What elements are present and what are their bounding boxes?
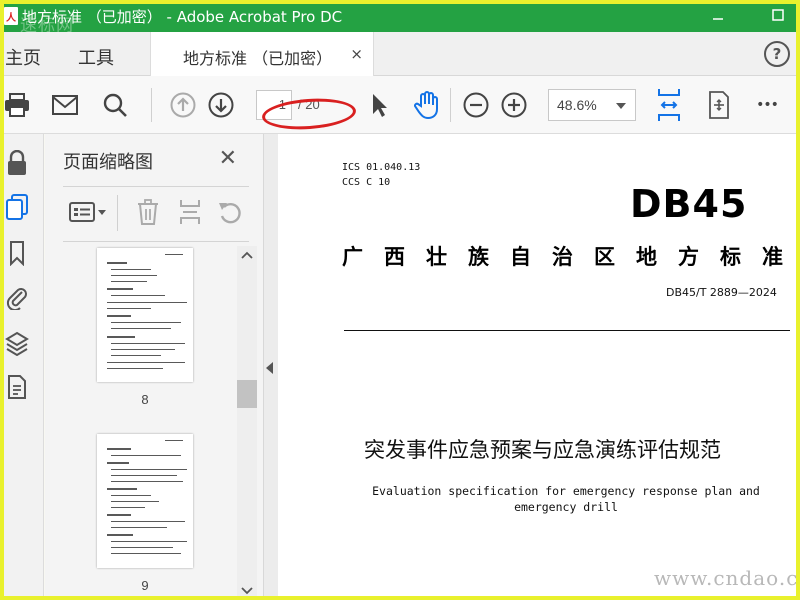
standard-name: 广西壮族自治区地方标准	[342, 245, 800, 269]
minimize-icon	[713, 18, 723, 20]
trash-icon[interactable]	[131, 197, 165, 227]
toolbar-divider	[151, 88, 152, 122]
thumbnail-label: 8	[141, 392, 149, 407]
ics-code: ICS 01.040.13	[342, 162, 421, 173]
document-tab-label: 地方标准 （已加密）	[183, 49, 333, 68]
print-icon[interactable]	[2, 90, 32, 120]
left-icon-rail	[0, 134, 44, 600]
chevron-down-icon[interactable]	[237, 584, 257, 598]
tab-tools[interactable]: 工具	[78, 44, 114, 70]
title-bar: 人 速标网 地方标准 （已加密） - Adobe Acrobat Pro DC	[0, 0, 800, 36]
cndao-watermark: www.cndao.com	[654, 566, 800, 590]
panel-title: 页面缩略图	[63, 152, 153, 173]
db-code: DB45	[630, 182, 748, 226]
toolbar: •••	[0, 76, 800, 134]
panel-divider	[117, 195, 118, 231]
thumbnail-panel: 页面缩略图 ✕ 8 9	[45, 134, 264, 600]
fit-width-icon[interactable]	[654, 87, 684, 123]
select-cursor-icon[interactable]	[364, 90, 394, 120]
help-icon[interactable]: ?	[764, 41, 790, 67]
standard-number: DB45/T 2889—2024	[666, 286, 777, 299]
header-rule	[344, 330, 790, 331]
lock-icon[interactable]	[4, 148, 30, 178]
page-thumbnail-9[interactable]	[97, 434, 193, 568]
window-title: 地方标准 （已加密） - Adobe Acrobat Pro DC	[22, 8, 343, 26]
zoom-in-icon[interactable]	[499, 90, 529, 120]
zoom-level-dropdown[interactable]: 48.6%	[548, 89, 636, 121]
collapse-panel-icon[interactable]	[266, 362, 273, 374]
toolbar-divider	[450, 88, 451, 122]
chevron-down-icon	[616, 103, 626, 109]
rotate-icon[interactable]	[213, 197, 247, 227]
classification-codes: ICS 01.040.13 CCS C 10	[342, 160, 420, 190]
previous-page-icon[interactable]	[168, 90, 198, 120]
document-icon[interactable]	[4, 372, 30, 402]
hand-tool-icon[interactable]	[412, 90, 442, 120]
bookmark-icon[interactable]	[4, 238, 30, 268]
thumbnail-options-icon[interactable]	[65, 197, 111, 227]
thumbnail-scrollbar[interactable]	[237, 246, 257, 600]
close-panel-icon[interactable]: ✕	[219, 146, 237, 171]
zoom-level-value: 48.6%	[557, 97, 597, 113]
acrobat-app-icon[interactable]: 人	[4, 7, 18, 25]
document-title-en: Evaluation specification for emergency r…	[372, 484, 760, 514]
minimize-button[interactable]	[706, 4, 730, 26]
page-thumbnail-8[interactable]	[97, 248, 193, 382]
attachment-icon[interactable]	[4, 282, 30, 312]
tab-document[interactable]: 地方标准 （已加密） ×	[150, 32, 374, 76]
email-icon[interactable]	[50, 90, 80, 120]
maximize-button[interactable]	[766, 4, 790, 26]
zoom-out-icon[interactable]	[461, 90, 491, 120]
search-icon[interactable]	[100, 90, 130, 120]
page-thumbnails-icon[interactable]	[4, 192, 30, 222]
tab-row: 主页 工具 地方标准 （已加密） × ?	[0, 32, 800, 76]
tab-home[interactable]: 主页	[5, 44, 41, 70]
maximize-icon	[772, 9, 784, 21]
more-tools-icon[interactable]: •••	[752, 90, 782, 120]
ccs-code: CCS C 10	[342, 177, 391, 188]
layers-icon[interactable]	[4, 328, 30, 358]
chevron-up-icon[interactable]	[237, 248, 257, 262]
thumbnail-label: 9	[141, 578, 149, 593]
panel-toolbar	[63, 186, 249, 242]
next-page-icon[interactable]	[206, 90, 236, 120]
fit-page-icon[interactable]	[704, 90, 734, 120]
document-title-cn: 突发事件应急预案与应急演练评估规范	[364, 438, 721, 462]
close-tab-icon[interactable]: ×	[350, 45, 363, 63]
extract-page-icon[interactable]	[173, 197, 207, 227]
app-icon-glyph: 人	[6, 12, 16, 24]
scrollbar-thumb[interactable]	[237, 380, 257, 408]
document-page: ICS 01.040.13 CCS C 10 DB45 广西壮族自治区地方标准 …	[278, 134, 800, 600]
